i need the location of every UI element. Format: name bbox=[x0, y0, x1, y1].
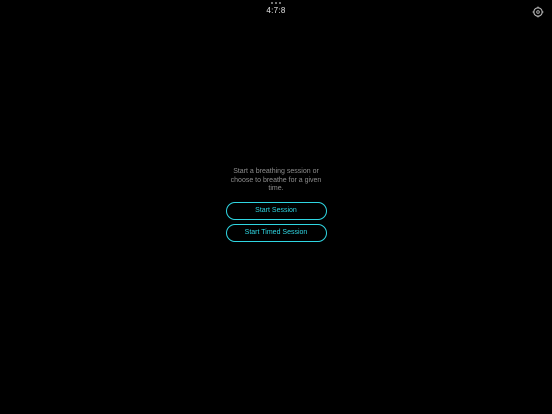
start-session-button[interactable]: Start Session bbox=[225, 201, 327, 220]
app-title: 4:7:8 bbox=[266, 6, 286, 15]
more-dots-icon[interactable] bbox=[271, 2, 281, 4]
dot bbox=[271, 2, 273, 4]
app-screen: 4:7:8 Start a breathing session or choos… bbox=[0, 0, 552, 414]
settings-icon[interactable] bbox=[532, 5, 544, 18]
start-timed-session-button[interactable]: Start Timed Session bbox=[225, 223, 327, 242]
intro-text: Start a breathing session or choose to b… bbox=[230, 168, 322, 192]
dot bbox=[279, 2, 281, 4]
session-start-panel: Start a breathing session or choose to b… bbox=[0, 168, 552, 246]
dot bbox=[275, 2, 277, 4]
